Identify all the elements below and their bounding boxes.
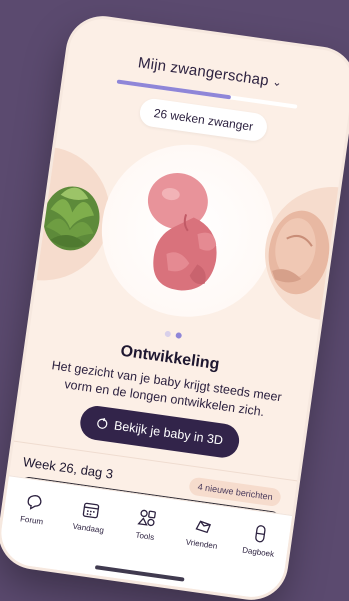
phone-screen: Mijn zwangerschap ⌄ 26 weken zwanger Ont…: [0, 14, 349, 601]
tab-dagboek-label: Dagboek: [241, 545, 275, 559]
pagination-dot[interactable]: [164, 330, 172, 338]
friends-icon: [195, 520, 212, 534]
tab-vrienden-label: Vrienden: [185, 537, 218, 551]
carousel-pagination: [164, 330, 183, 339]
tab-vandaag-label: Vandaag: [72, 521, 105, 535]
tab-forum-label: Forum: [19, 514, 44, 527]
pregnancy-progress-fill: [116, 79, 231, 100]
view-baby-3d-label: Bekijk je baby in 3D: [113, 418, 224, 448]
forum-icon: [27, 494, 42, 510]
carousel-item-fetus[interactable]: [90, 133, 285, 328]
diary-icon: [255, 525, 266, 543]
development-carousel[interactable]: [0, 126, 349, 344]
tab-tools[interactable]: Tools: [119, 504, 175, 544]
tab-vrienden[interactable]: Vrienden: [175, 512, 231, 552]
tab-dagboek[interactable]: Dagboek: [232, 520, 288, 560]
tab-tools-label: Tools: [135, 530, 155, 543]
rotate-3d-icon: [97, 417, 108, 429]
weeks-pregnant-badge: 26 weken zwanger: [138, 97, 269, 143]
pagination-dot-active[interactable]: [175, 332, 183, 339]
calendar-icon: [82, 502, 99, 519]
chevron-down-icon: ⌄: [271, 76, 283, 90]
tab-forum[interactable]: Forum: [5, 488, 61, 528]
home-indicator: [94, 565, 185, 582]
tools-icon: [137, 509, 156, 527]
tab-vandaag[interactable]: Vandaag: [62, 496, 118, 536]
fetus-illustration: [147, 173, 217, 291]
